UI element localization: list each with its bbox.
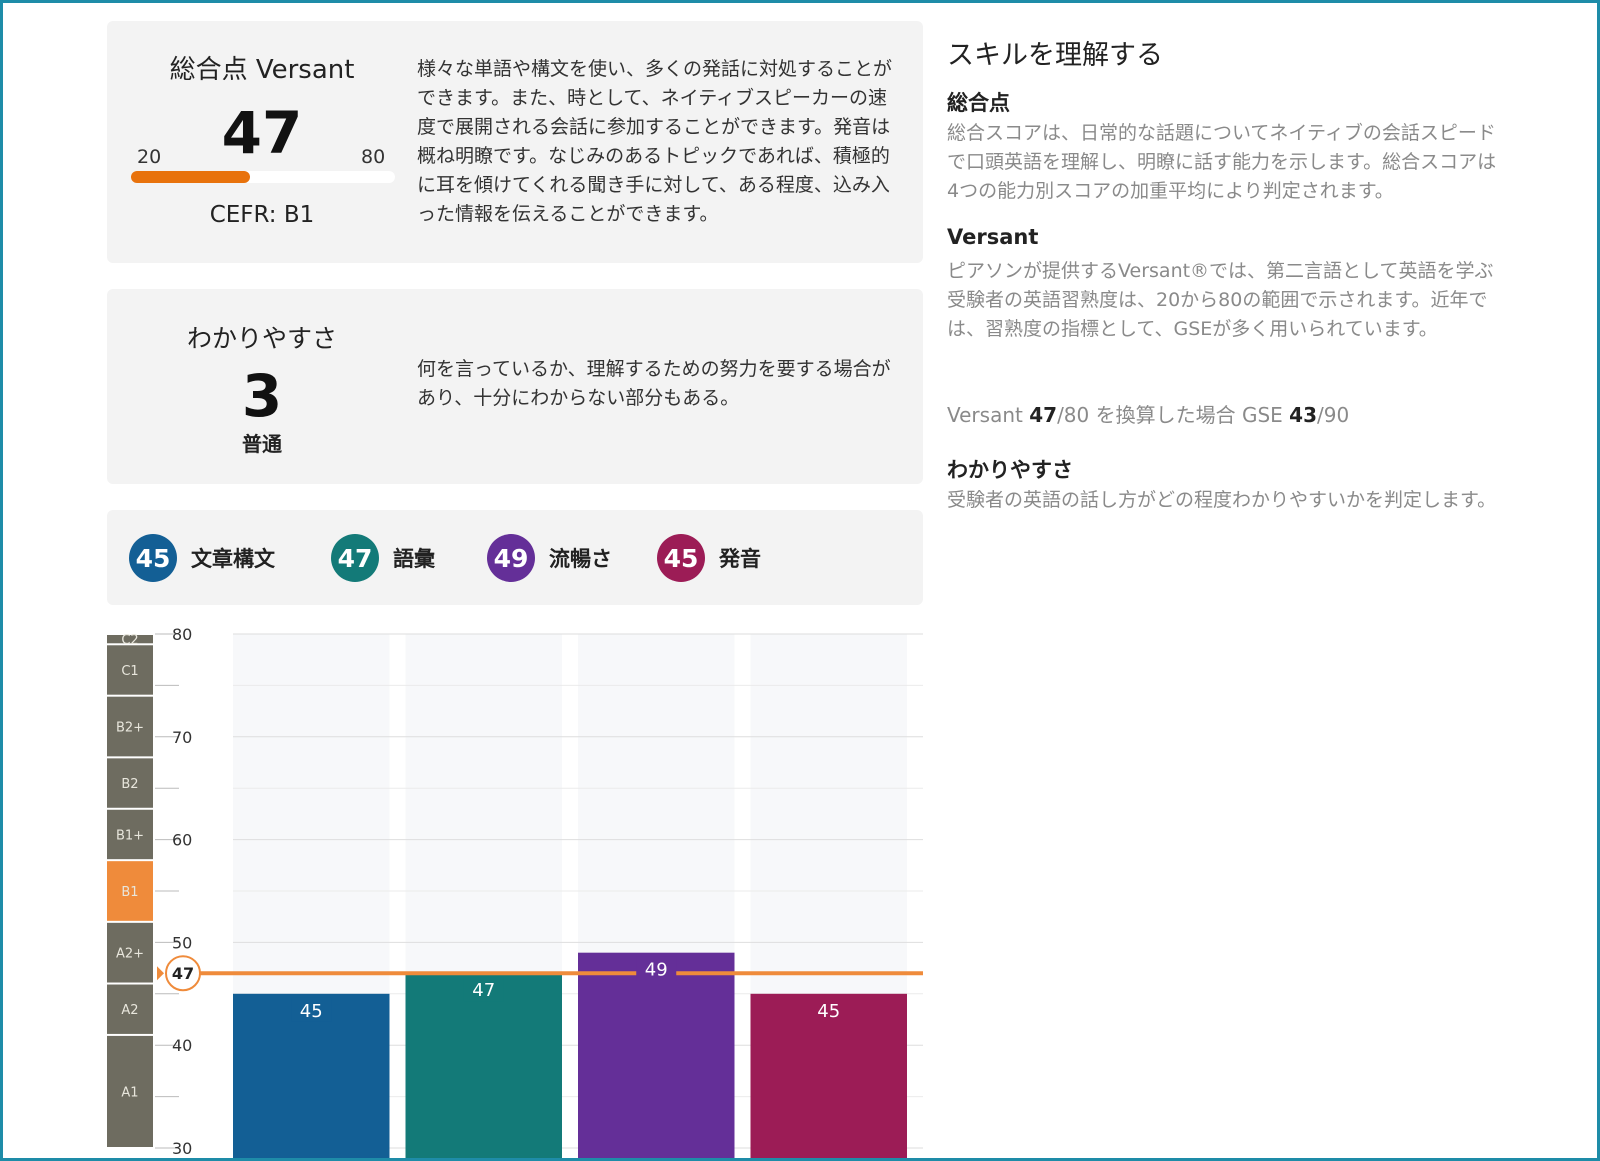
legend-item-pronunciation: 45 発音 [657, 534, 761, 582]
clarity-level: 普通 [242, 432, 282, 456]
clarity-panel: わかりやすさ 3 普通 何を言っているか、理解するための努力を要する場合があり、… [107, 289, 923, 484]
legend-item-fluency: 49 流暢さ [487, 534, 612, 582]
y-tick-label: 80 [172, 625, 192, 644]
legend-label: 流暢さ [549, 547, 612, 571]
conversion-versant-score: 47 [1029, 403, 1058, 427]
cefr-level: CEFR: B1 [209, 202, 315, 228]
conversion-mid: /80 を換算した場合 GSE [1057, 403, 1290, 427]
cefr-band-label: B1+ [116, 828, 144, 843]
cefr-band-label: B1 [121, 885, 138, 900]
y-tick-label: 50 [172, 933, 192, 952]
side-subhead-clarity: わかりやすさ [947, 458, 1073, 482]
cefr-band-label: A1 [121, 1085, 138, 1100]
bar-value-label: 45 [300, 1001, 323, 1022]
cefr-band-label: B2+ [116, 721, 144, 736]
skill-legend-panel: 45 文章構文 47 語彙 49 流暢さ 45 発音 [107, 510, 923, 605]
range-max-label: 80 [361, 146, 386, 168]
legend-badge: 45 [657, 534, 705, 582]
score-range-bar [131, 171, 395, 183]
gse-conversion: Versant 47/80 を換算した場合 GSE 43/90 [947, 399, 1507, 428]
reference-label: 47 [172, 964, 194, 983]
cefr-band-label: A2+ [116, 947, 144, 962]
conversion-suffix: /90 [1317, 403, 1350, 427]
cefr-band-label: A2 [121, 1003, 138, 1018]
clarity-score-value: 3 [241, 362, 283, 430]
y-tick-label: 70 [172, 728, 192, 747]
overall-score-panel: 総合点 Versant 47 20 80 CEFR: B1 様々な単語や構文を使… [107, 21, 923, 263]
conversion-prefix: Versant [947, 403, 1030, 427]
overall-score-title: 総合点 Versant [169, 55, 355, 85]
score-range-fill [131, 171, 250, 183]
conversion-gse-score: 43 [1289, 403, 1317, 427]
side-text-versant: ピアソンが提供するVersant®では、第二言語として英語を学ぶ受験者の英語習熟… [947, 260, 1494, 340]
legend-badge: 47 [331, 534, 379, 582]
side-subhead-versant: Versant [947, 225, 1039, 249]
legend-item-grammar: 45 文章構文 [129, 534, 275, 582]
range-min-label: 20 [137, 146, 162, 168]
cefr-band-label: C1 [121, 664, 138, 679]
legend-item-vocabulary: 47 語彙 [331, 534, 435, 582]
cefr-band-label: B2 [121, 777, 138, 792]
bar-value-label: 45 [817, 1001, 840, 1022]
overall-description: 様々な単語や構文を使い、多くの発話に対処することができます。また、時として、ネイ… [417, 58, 893, 225]
clarity-title: わかりやすさ [186, 324, 337, 353]
y-tick-label: 40 [172, 1036, 192, 1055]
bar [578, 952, 735, 1158]
side-subhead-overall: 総合点 [947, 91, 1010, 115]
bar [405, 973, 562, 1158]
bar-value-label: 47 [472, 980, 495, 1001]
side-text-overall: 総合スコアは、日常的な話題についてネイティブの会話スピードで口頭英語を理解し、明… [947, 122, 1497, 202]
bar-value-label: 49 [645, 960, 668, 981]
side-heading: スキルを理解する [947, 40, 1163, 71]
legend-label: 文章構文 [191, 547, 275, 571]
skill-bar-chart: 304050607080C2C1B2+B2B1+B1A2+A2A14547494… [107, 625, 923, 1158]
y-tick-label: 30 [172, 1139, 192, 1158]
y-tick-label: 60 [172, 831, 192, 850]
legend-badge: 49 [487, 534, 535, 582]
clarity-description: 何を言っているか、理解するための努力を要する場合があり、十分にわからない部分もあ… [417, 358, 891, 409]
legend-label: 語彙 [393, 547, 435, 571]
side-text-clarity: 受験者の英語の話し方がどの程度わかりやすいかを判定します。 [947, 489, 1497, 511]
report-frame: 総合点 Versant 47 20 80 CEFR: B1 様々な単語や構文を使… [0, 0, 1600, 1161]
legend-label: 発音 [719, 547, 761, 571]
legend-badge: 45 [129, 534, 177, 582]
reference-arrow [157, 966, 164, 981]
